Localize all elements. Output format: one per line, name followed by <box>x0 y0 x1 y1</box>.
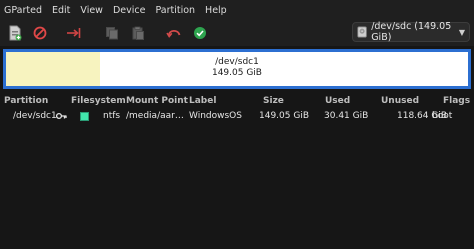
undo-button[interactable] <box>164 23 184 43</box>
cell-filesystem: ntfs <box>103 111 121 121</box>
partition-map: /dev/sdc1 149.05 GiB <box>3 49 471 89</box>
paste-button[interactable] <box>128 23 148 43</box>
new-partition-button[interactable] <box>5 23 25 43</box>
column-used[interactable]: Used <box>325 96 350 106</box>
partition-block-name: /dev/sdc1 <box>215 57 259 67</box>
device-select-value: /dev/sdc (149.05 GiB) <box>371 21 452 43</box>
table-row[interactable]: /dev/sdc1 ntfs /media/aar… WindowsOS 149… <box>0 109 474 124</box>
cell-size: 149.05 GiB <box>259 111 310 121</box>
delete-icon <box>33 26 47 40</box>
cell-flags: boot <box>432 111 453 121</box>
key-icon <box>56 112 67 120</box>
column-unused[interactable]: Unused <box>381 96 419 106</box>
menu-edit[interactable]: Edit <box>47 5 75 16</box>
copy-icon <box>106 27 118 40</box>
menu-help[interactable]: Help <box>200 5 232 16</box>
resize-move-icon <box>67 28 81 38</box>
device-select[interactable]: /dev/sdc (149.05 GiB) ▼ <box>352 21 470 43</box>
column-mount-point[interactable]: Mount Point <box>126 96 188 106</box>
menu-bar: GParted Edit View Device Partition Help <box>0 0 474 20</box>
new-partition-icon <box>9 25 22 41</box>
menu-partition[interactable]: Partition <box>150 5 200 16</box>
column-partition[interactable]: Partition <box>4 96 48 106</box>
apply-button[interactable] <box>190 23 210 43</box>
chevron-down-icon: ▼ <box>458 27 465 37</box>
cell-partition: /dev/sdc1 <box>13 111 57 121</box>
column-label[interactable]: Label <box>189 96 216 106</box>
paste-icon <box>132 26 144 40</box>
menu-gparted[interactable]: GParted <box>0 5 47 16</box>
column-filesystem[interactable]: Filesystem <box>71 96 126 106</box>
partition-table-header: Partition Filesystem Mount Point Label S… <box>0 94 474 109</box>
apply-icon <box>194 27 206 39</box>
partition-block-size: 149.05 GiB <box>211 68 262 78</box>
partition-block-sdc1[interactable]: /dev/sdc1 149.05 GiB <box>6 52 468 86</box>
menu-view[interactable]: View <box>75 5 108 16</box>
menu-device[interactable]: Device <box>108 5 151 16</box>
filesystem-color-swatch <box>80 112 89 121</box>
cell-used: 30.41 GiB <box>324 111 369 121</box>
undo-icon <box>166 29 181 38</box>
resize-move-button[interactable] <box>64 23 84 43</box>
column-size[interactable]: Size <box>263 96 284 106</box>
disk-icon <box>357 26 367 38</box>
cell-label: WindowsOS <box>189 111 242 121</box>
column-flags[interactable]: Flags <box>443 96 470 106</box>
cell-mount-point: /media/aar… <box>126 111 184 121</box>
copy-button[interactable] <box>102 23 122 43</box>
delete-button[interactable] <box>30 23 50 43</box>
